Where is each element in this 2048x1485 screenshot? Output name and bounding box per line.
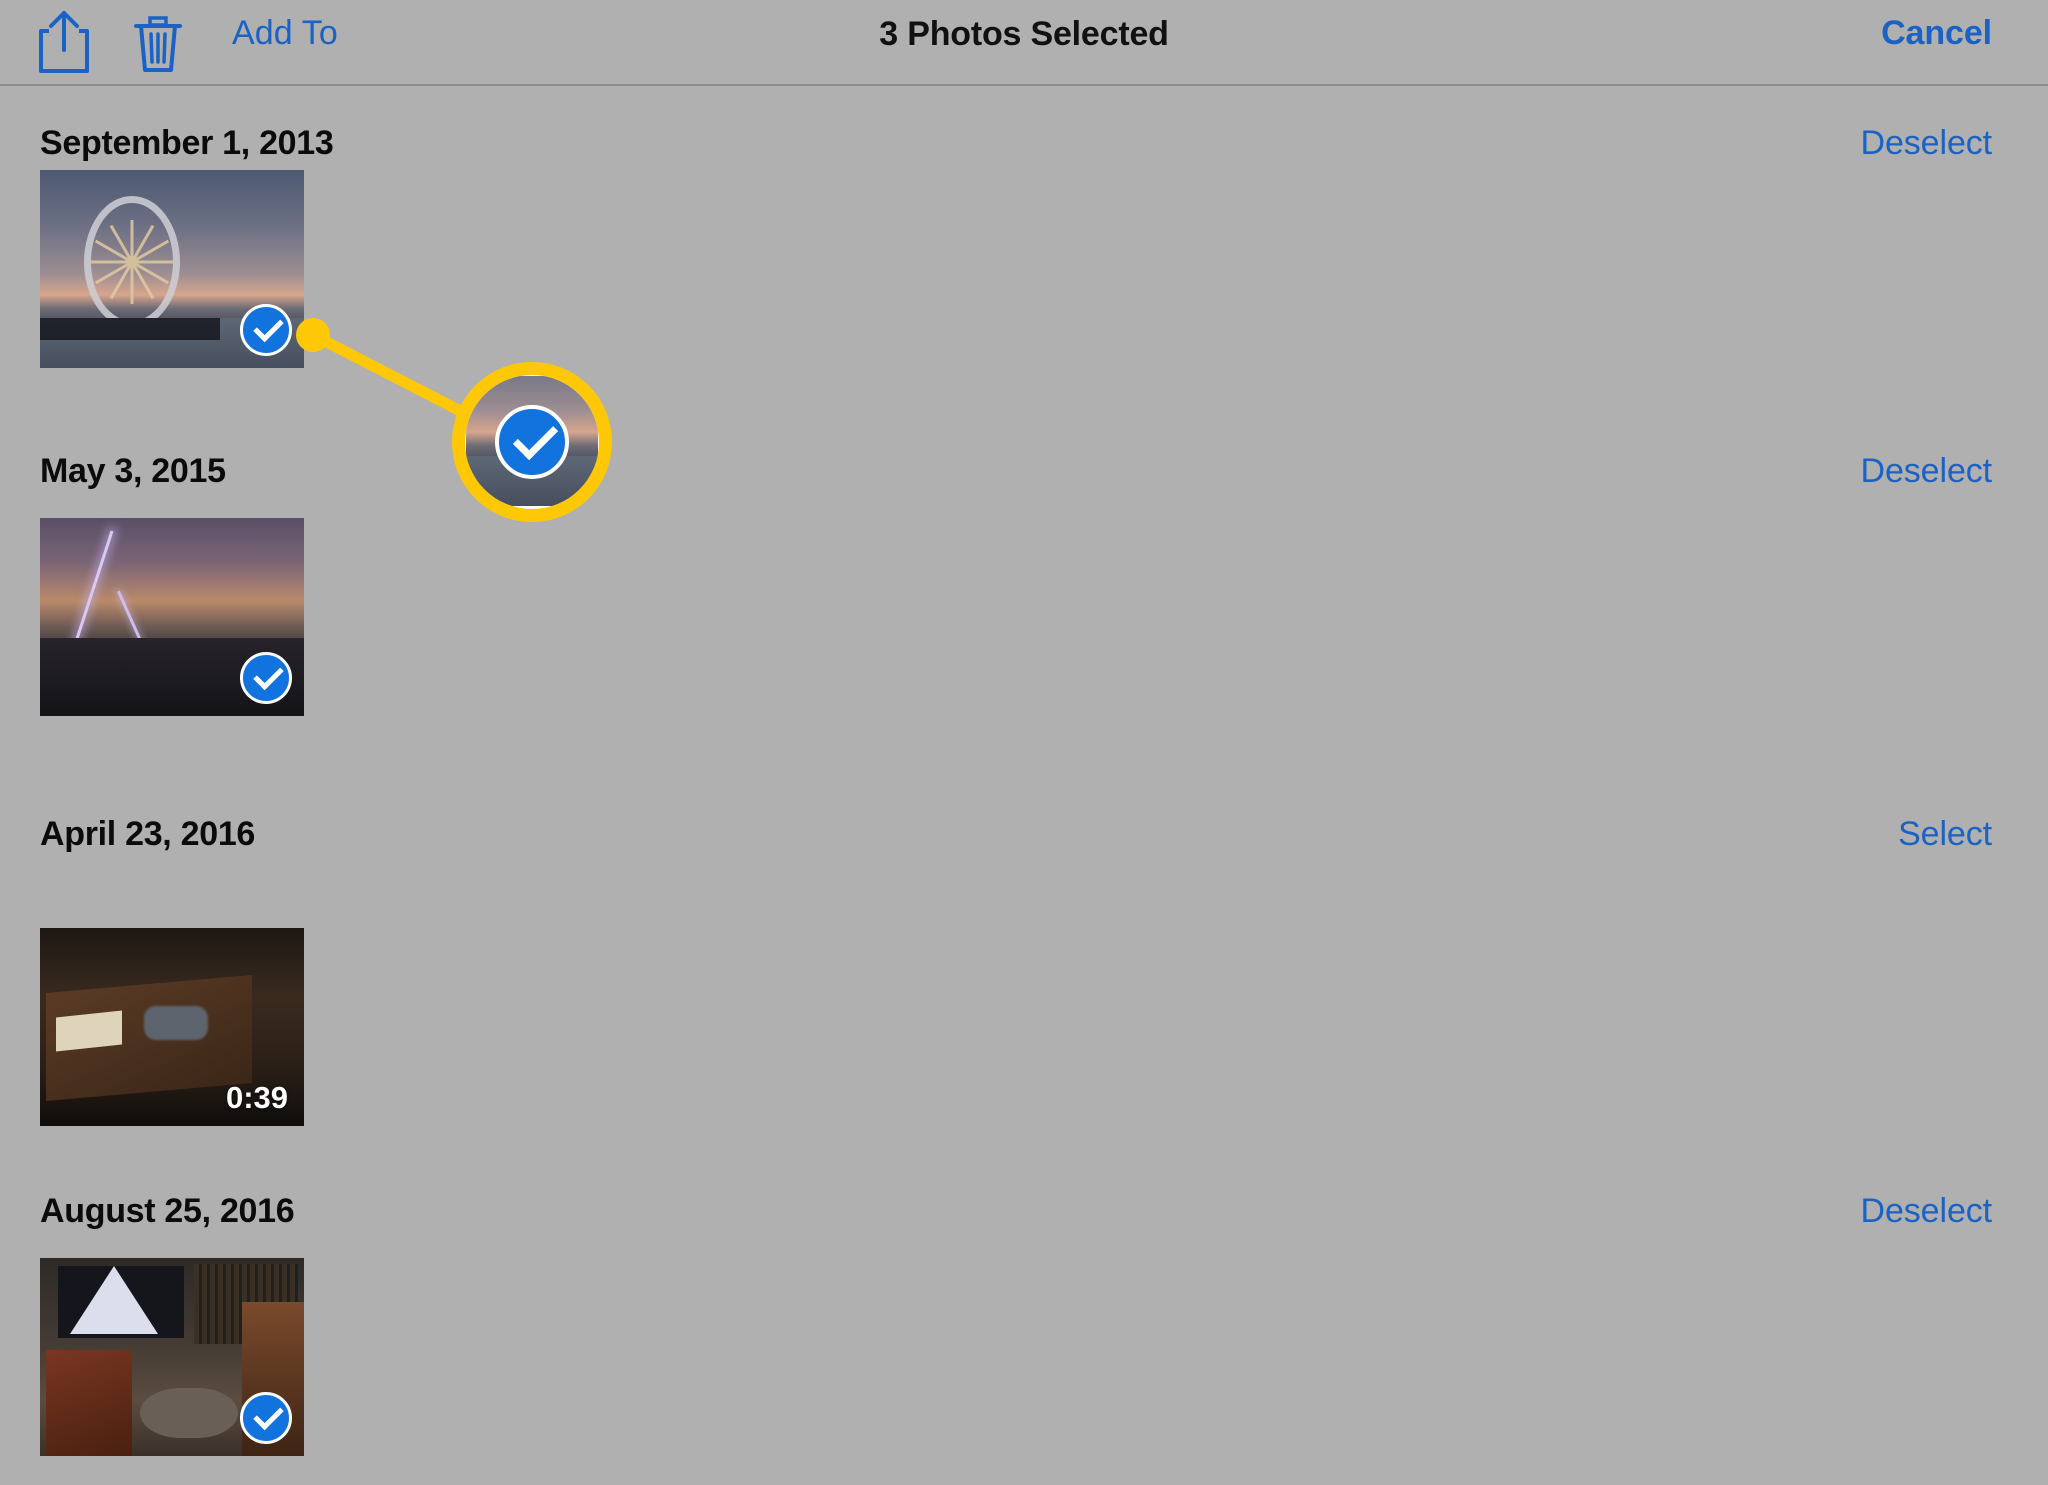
selection-count-title: 3 Photos Selected [879,15,1169,53]
magnified-selection-checkmark-icon [495,405,569,479]
section-date-label: May 3, 2015 [40,452,226,490]
selection-toolbar: Add To 3 Photos Selected Cancel [0,0,2048,86]
projector-beam-shape [70,1266,158,1334]
video-duration-label: 0:39 [225,1080,288,1115]
photo-thumbnail-lightning-storm[interactable] [40,518,304,716]
selection-checkmark-icon[interactable] [240,652,292,704]
video-thumbnail-workbench[interactable]: 0:39 [40,928,304,1126]
section-date-label: September 1, 2013 [40,124,334,162]
section-date-label: August 25, 2016 [40,1192,295,1230]
lightning-bolt-shape [73,530,114,646]
board-game-box-shape [46,1350,132,1456]
photo-thumbnail-ferris-wheel[interactable] [40,170,304,368]
magnified-checkmark-bubble [452,362,612,522]
annotation-callout [0,0,2048,1485]
selection-checkmark-icon[interactable] [240,1392,292,1444]
objects-pile [144,1006,208,1040]
cancel-button[interactable]: Cancel [1881,14,1992,53]
callout-connector-line [307,329,546,458]
section-deselect-button[interactable]: Deselect [1861,124,1993,163]
dog-shape [140,1388,238,1438]
photo-thumbnail-living-room[interactable] [40,1258,304,1456]
section-deselect-button[interactable]: Deselect [1861,452,1993,491]
magnified-photo-image [466,376,598,506]
section-deselect-button[interactable]: Deselect [1861,1192,1993,1231]
section-select-button[interactable]: Select [1898,815,1992,854]
ferris-wheel-shape [84,196,180,328]
section-date-label: April 23, 2016 [40,815,256,853]
paper-shape [56,1010,122,1052]
pier-area [40,318,220,340]
selection-checkmark-icon[interactable] [240,304,292,356]
magnified-photo-crop [466,376,598,508]
